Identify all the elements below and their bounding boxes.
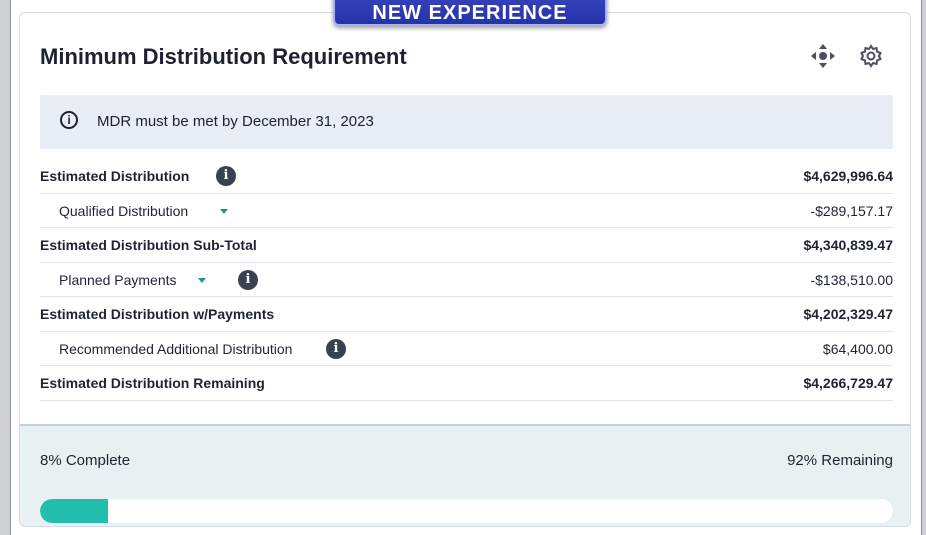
gear-icon[interactable] bbox=[858, 43, 884, 69]
progress-remaining-label: 92% Remaining bbox=[787, 452, 893, 469]
row-amount: $64,400.00 bbox=[822, 340, 893, 357]
row-amount: -$138,510.00 bbox=[810, 271, 893, 288]
row-label: Estimated Distribution bbox=[40, 168, 190, 184]
progress-complete-label: 8% Complete bbox=[40, 452, 131, 469]
deadline-text: MDR must be met by December 31, 2023 bbox=[97, 113, 374, 130]
info-circle-icon: i bbox=[60, 111, 78, 129]
table-row: Estimated Distribution i $4,629,996.64 bbox=[40, 159, 893, 194]
progress-fill bbox=[40, 499, 109, 523]
new-experience-banner[interactable]: NEW EXPERIENCE bbox=[333, 0, 607, 26]
info-icon[interactable]: i bbox=[238, 269, 258, 290]
table-row: Qualified Distribution -$289,157.17 bbox=[40, 194, 893, 228]
table-row: Estimated Distribution Remaining $4,266,… bbox=[40, 366, 893, 401]
info-icon[interactable]: i bbox=[326, 338, 346, 359]
card-title: Minimum Distribution Requirement bbox=[40, 44, 407, 69]
chevron-down-icon[interactable] bbox=[220, 208, 228, 214]
chevron-down-icon[interactable] bbox=[198, 277, 206, 283]
row-label[interactable]: Planned Payments bbox=[59, 272, 177, 288]
table-row: Recommended Additional Distribution i $6… bbox=[40, 332, 893, 366]
row-amount: $4,629,996.64 bbox=[803, 168, 893, 184]
row-amount: $4,340,839.47 bbox=[803, 237, 893, 253]
progress-bar bbox=[40, 499, 893, 523]
row-label: Recommended Additional Distribution bbox=[59, 340, 293, 357]
row-label: Estimated Distribution w/Payments bbox=[40, 306, 275, 322]
table-row: Estimated Distribution w/Payments $4,202… bbox=[40, 297, 893, 332]
row-label: Estimated Distribution Sub-Total bbox=[40, 237, 257, 253]
progress-section: 8% Complete 92% Remaining bbox=[20, 424, 910, 526]
mdr-card: Minimum Distribution Requirement i MDR m… bbox=[19, 12, 911, 527]
row-amount: $4,266,729.47 bbox=[803, 375, 893, 391]
info-icon[interactable]: i bbox=[216, 166, 236, 186]
row-label[interactable]: Qualified Distribution bbox=[59, 203, 188, 219]
row-label: Estimated Distribution Remaining bbox=[40, 375, 265, 391]
distribution-table: Estimated Distribution i $4,629,996.64 Q… bbox=[40, 159, 893, 401]
table-row: Estimated Distribution Sub-Total $4,340,… bbox=[40, 228, 893, 263]
deadline-notice: i MDR must be met by December 31, 2023 bbox=[40, 95, 893, 149]
row-amount: -$289,157.17 bbox=[810, 202, 893, 219]
move-icon[interactable] bbox=[810, 43, 836, 69]
row-amount: $4,202,329.47 bbox=[803, 306, 893, 322]
table-row: Planned Payments i -$138,510.00 bbox=[40, 263, 893, 297]
